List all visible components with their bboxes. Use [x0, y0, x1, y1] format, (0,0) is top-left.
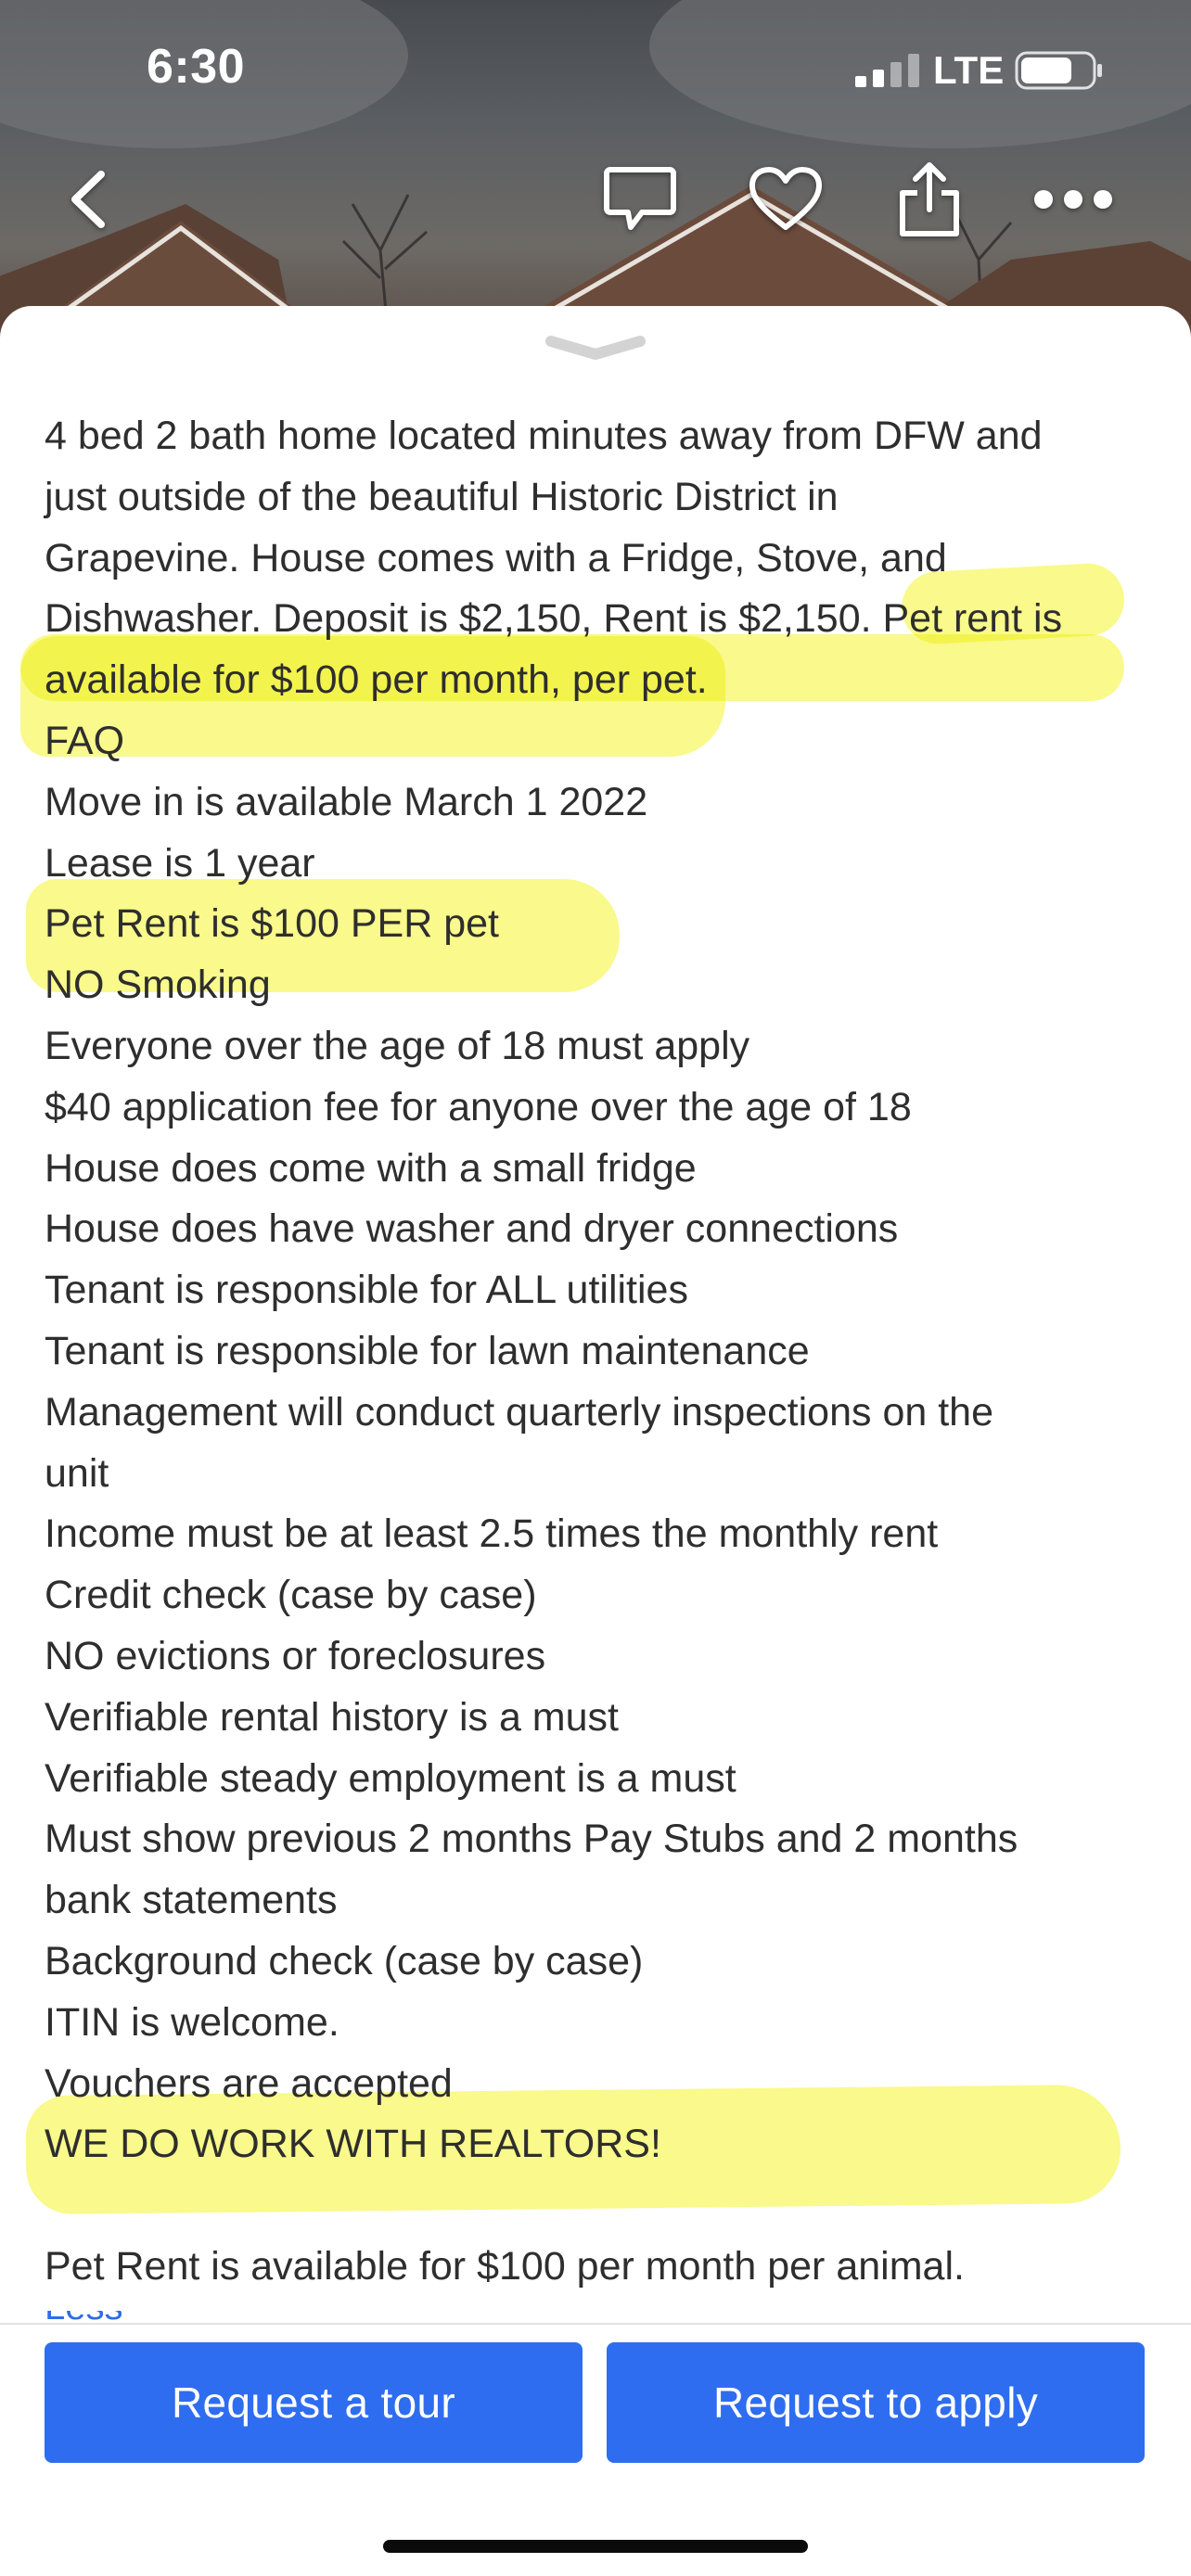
faq-item: Verifiable rental history is a must [45, 1694, 619, 1740]
faq-item: Lease is 1 year [45, 840, 315, 886]
show-less-link[interactable]: Less [45, 2311, 174, 2324]
favorite-button[interactable] [735, 148, 837, 250]
faq-item: Background check (case by case) [45, 1938, 644, 1983]
show-less-label: Less [45, 2311, 174, 2324]
faq-item: Move in is available March 1 2022 [45, 779, 648, 824]
closing-line: Pet Rent is available for $100 per month… [45, 2243, 965, 2289]
faq-item: Tenant is responsible for lawn maintenan… [45, 1328, 810, 1373]
faq-item: unit [45, 1450, 109, 1496]
faq-item: $40 application fee for anyone over the … [45, 1084, 912, 1129]
faq-item: Tenant is responsible for ALL utilities [45, 1268, 688, 1313]
description-line: 4 bed 2 bath home located minutes away f… [45, 414, 1043, 458]
more-options-button[interactable] [1022, 148, 1124, 250]
cellular-signal-icon [855, 54, 919, 87]
chevron-left-icon [71, 171, 105, 228]
battery-icon [1015, 51, 1102, 90]
status-bar: 6:30 LTE [0, 0, 1191, 139]
message-button[interactable] [589, 148, 691, 250]
faq-item: Everyone over the age of 18 must apply [45, 1023, 750, 1068]
description-line: just outside of the beautiful Historic D… [45, 474, 839, 519]
faq-item: ITIN is welcome. [45, 1999, 339, 2045]
network-type: LTE [933, 48, 1005, 92]
request-tour-button[interactable]: Request a tour [45, 2342, 583, 2463]
home-indicator [383, 2540, 808, 2553]
sheet-collapse-handle[interactable] [544, 328, 647, 365]
request-apply-button[interactable]: Request to apply [607, 2342, 1145, 2463]
share-button[interactable] [878, 148, 980, 250]
faq-item: NO Smoking [45, 963, 271, 1008]
description-line: Dishwasher. Deposit is $2,150, Rent is $… [45, 596, 1063, 642]
status-time: 6:30 [147, 40, 246, 94]
action-bar-divider [0, 2323, 1191, 2325]
description-line: available for $100 per month, per pet. [45, 657, 708, 703]
top-navigation [0, 148, 1191, 250]
back-button[interactable] [37, 148, 139, 250]
faq-item: House does have washer and dryer connect… [45, 1206, 899, 1252]
faq-item: Credit check (case by case) [45, 1573, 537, 1618]
ellipsis-icon [1034, 190, 1112, 209]
faq-heading: FAQ [45, 718, 125, 763]
heart-icon [749, 167, 822, 230]
faq-item: WE DO WORK WITH REALTORS! [45, 2122, 661, 2167]
share-icon [900, 162, 959, 236]
listing-description: 4 bed 2 bath home located minutes away f… [45, 406, 1148, 2298]
faq-item: Pet Rent is $100 PER pet [45, 901, 500, 947]
faq-item: House does come with a small fridge [45, 1145, 697, 1191]
faq-item: NO evictions or foreclosures [45, 1633, 546, 1678]
faq-item: Management will conduct quarterly inspec… [45, 1389, 994, 1435]
faq-item: bank statements [45, 1878, 338, 1923]
faq-item: Income must be at least 2.5 times the mo… [45, 1511, 939, 1557]
faq-item: Verifiable steady employment is a must [45, 1755, 736, 1801]
faq-item: Must show previous 2 months Pay Stubs an… [45, 1817, 1018, 1862]
listing-photo[interactable]: 6:30 LTE [0, 0, 1191, 352]
description-line: Grapevine. House comes with a Fridge, St… [45, 535, 947, 580]
chat-bubble-icon [604, 167, 676, 230]
faq-item: Vouchers are accepted [45, 2060, 453, 2106]
listing-details-sheet: 4 bed 2 bath home located minutes away f… [0, 306, 1191, 2576]
